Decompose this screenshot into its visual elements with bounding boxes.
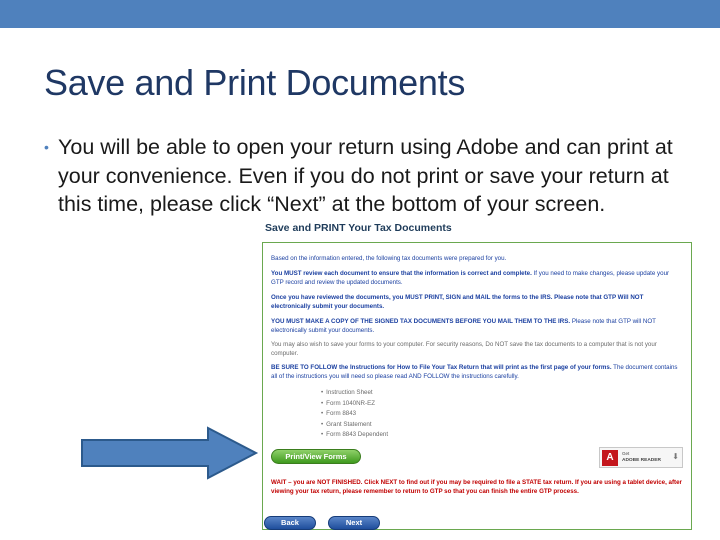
- document-list-item: Grant Statement: [321, 420, 388, 431]
- slide-title: Save and Print Documents: [44, 62, 466, 103]
- bullet-dot-icon: •: [44, 139, 49, 155]
- download-arrow-icon: ⬇: [672, 452, 679, 461]
- screenshot-heading: Save and PRINT Your Tax Documents: [265, 222, 452, 234]
- instructions-panel: Based on the information entered, the fo…: [262, 242, 692, 530]
- adobe-reader-label: ADOBE READER: [622, 458, 661, 463]
- bullet-text: You will be able to open your return usi…: [58, 135, 673, 216]
- warning-text: WAIT – you are NOT FINISHED. Click NEXT …: [271, 479, 682, 495]
- pointer-arrow-icon: [81, 426, 259, 480]
- pointer-arrow-shape: [81, 426, 259, 480]
- document-list-item: Form 8843: [321, 409, 388, 420]
- top-accent-bar: [0, 0, 720, 28]
- document-list: Instruction Sheet Form 1040NR-EZ Form 88…: [321, 388, 388, 441]
- print-sign-mail-paragraph: Once you have reviewed the documents, yo…: [271, 294, 683, 312]
- document-list-item: Form 8843 Dependent: [321, 430, 388, 441]
- follow-instructions-bold: BE SURE TO FOLLOW the Instructions for H…: [271, 364, 612, 371]
- adobe-get-label: Get: [622, 451, 630, 456]
- review-paragraph-bold: You MUST review each document to ensure …: [271, 270, 532, 277]
- print-sign-mail-bold: Once you have reviewed the documents, yo…: [271, 294, 644, 310]
- save-paragraph: You may also wish to save your forms to …: [271, 341, 657, 357]
- intro-paragraph: Based on the information entered, the fo…: [271, 255, 507, 262]
- embedded-screenshot: Save and PRINT Your Tax Documents Based …: [262, 222, 692, 538]
- follow-instructions-paragraph: BE SURE TO FOLLOW the Instructions for H…: [271, 364, 683, 382]
- back-button[interactable]: Back: [264, 516, 316, 530]
- print-view-forms-button[interactable]: Print/View Forms: [271, 449, 361, 464]
- copy-paragraph-bold: YOU MUST MAKE A COPY OF THE SIGNED TAX D…: [271, 318, 571, 325]
- adobe-logo-icon: A: [602, 450, 618, 466]
- next-button[interactable]: Next: [328, 516, 380, 530]
- document-list-item: Instruction Sheet: [321, 388, 388, 399]
- bullet-point: • You will be able to open your return u…: [44, 133, 684, 219]
- get-adobe-reader-link[interactable]: A Get ADOBE READER ⬇: [599, 447, 683, 468]
- review-paragraph: You MUST review each document to ensure …: [271, 270, 683, 288]
- document-list-item: Form 1040NR-EZ: [321, 399, 388, 410]
- copy-paragraph: YOU MUST MAKE A COPY OF THE SIGNED TAX D…: [271, 318, 683, 336]
